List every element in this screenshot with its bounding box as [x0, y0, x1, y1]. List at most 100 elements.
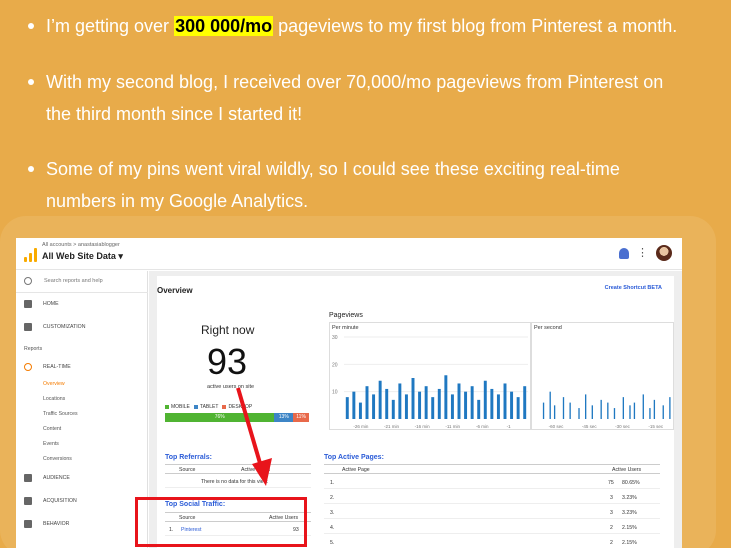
legend-tablet: TABLET	[193, 404, 218, 410]
per-second-chart: Per second -60 sec -45 sec -30 sec -15 sec	[531, 322, 674, 430]
chart-bar	[391, 399, 395, 419]
chart-bar	[629, 405, 631, 419]
chart-bar	[444, 375, 448, 419]
per-second-svg: -60 sec -45 sec -30 sec -15 sec	[542, 391, 671, 429]
notification-bell-icon[interactable]	[619, 247, 629, 259]
home-icon	[24, 300, 32, 308]
device-legend: MOBILE TABLET DESKTOP	[165, 404, 252, 410]
chart-bar	[542, 402, 545, 419]
chart-bar	[483, 380, 487, 419]
acquisition-icon	[24, 497, 32, 505]
chart-bar	[633, 402, 636, 419]
x-tick-label: -26 min	[353, 424, 369, 429]
property-selector[interactable]: All Web Site Data ▾	[42, 251, 123, 262]
chart-bar	[490, 388, 494, 419]
page-title: Overview	[157, 286, 193, 295]
bullet-text: I’m getting over	[46, 16, 175, 36]
chart-bar	[431, 397, 435, 419]
x-tick-label: -16 min	[415, 424, 431, 429]
chart-bar	[345, 397, 349, 419]
chart-bar	[418, 391, 422, 419]
device-split-segment: 13%	[274, 413, 294, 422]
sidebar-item-acquisition[interactable]: ACQUISITION	[16, 494, 148, 508]
more-options-icon[interactable]: ⋮	[637, 247, 648, 259]
reports-label: Reports	[24, 346, 43, 352]
sidebar-item-customization[interactable]: CUSTOMIZATION	[16, 320, 148, 334]
x-tick-label: -6 min	[476, 424, 489, 429]
x-tick-label: -11 min	[445, 424, 460, 429]
sidebar-item-audience[interactable]: AUDIENCE	[16, 471, 148, 485]
chart-bar	[516, 397, 520, 419]
column-header[interactable]: Active Users	[612, 467, 641, 473]
chart-bar	[600, 399, 602, 419]
chart-bar	[457, 383, 461, 419]
y-tick-label: 30	[332, 335, 338, 341]
chart-bar	[464, 391, 468, 419]
chart-bar	[352, 391, 356, 419]
pageviews-title: Pageviews	[329, 312, 363, 319]
column-header[interactable]: Active Users	[241, 467, 270, 473]
x-tick-label: -1	[507, 424, 511, 429]
analytics-screenshot: All accounts > anastasiablogger All Web …	[16, 238, 682, 548]
per-minute-chart: Per minute 30 20 10 -26 min -21 min -16 min -1…	[329, 322, 531, 430]
sidebar-sub-events[interactable]: Events	[43, 441, 59, 447]
sidebar-sub-content[interactable]: Content	[43, 426, 61, 432]
bullet-item: With my second blog, I received over 70,…	[28, 66, 706, 130]
table-row: 2. 3 3.23%	[324, 493, 660, 504]
table-row: 4. 2 2.15%	[324, 523, 660, 534]
chart-bar	[613, 408, 616, 419]
table-row: 1. 75 80.65%	[324, 478, 660, 489]
highlight-box	[135, 497, 307, 547]
bullet-dot	[28, 79, 34, 85]
chart-bar	[523, 386, 527, 419]
chart-bar	[584, 394, 587, 419]
chart-bar	[562, 397, 565, 419]
x-tick-label: -60 sec	[549, 424, 565, 429]
column-header: Active Page	[342, 467, 370, 473]
chart-bar	[385, 388, 389, 419]
legend-mobile: MOBILE	[165, 404, 190, 410]
bullet-dot	[28, 23, 34, 29]
bullet-text: the third month since I started it!	[46, 104, 303, 124]
chart-bar	[372, 394, 376, 419]
chart-bar	[662, 405, 664, 419]
bullet-dot	[28, 166, 34, 172]
sidebar-sub-overview[interactable]: Overview	[43, 381, 65, 387]
chart-bar	[398, 383, 402, 419]
chart-bar	[411, 378, 415, 419]
avatar[interactable]	[656, 245, 672, 261]
sidebar-item-home[interactable]: HOME	[16, 297, 148, 311]
table-row: 5. 2 2.15%	[324, 538, 660, 548]
legend-desktop: DESKTOP	[222, 404, 252, 410]
empty-message: There is no data for this view.	[201, 479, 269, 485]
column-header: Source	[179, 467, 196, 473]
chart-bar	[496, 394, 500, 419]
chart-bar	[649, 408, 651, 419]
sidebar-item-realtime[interactable]: REAL-TIME	[16, 360, 148, 374]
chart-bar	[378, 380, 382, 419]
search-bar[interactable]: Search reports and help	[16, 271, 148, 293]
x-tick-label: -45 sec	[582, 424, 598, 429]
active-users-count: 93	[207, 341, 248, 382]
per-minute-svg: 30 20 10 -26 min -21 min -16 min -11 min -6 min…	[332, 335, 528, 429]
chart-bar	[450, 394, 454, 419]
active-users-label: active users on site	[207, 384, 255, 390]
sidebar-sub-traffic-sources[interactable]: Traffic Sources	[43, 411, 78, 417]
chart-bar	[365, 386, 369, 419]
create-shortcut-link[interactable]: Create Shortcut BETA	[605, 285, 662, 291]
x-tick-label: -15 sec	[648, 424, 664, 429]
sidebar-sub-locations[interactable]: Locations	[43, 396, 65, 402]
sidebar-sub-conversions[interactable]: Conversions	[43, 456, 72, 462]
chart-bar	[569, 402, 571, 419]
search-icon	[24, 277, 32, 285]
sidebar-item-behavior[interactable]: BEHAVIOR	[16, 517, 148, 531]
right-now-title: Right now	[201, 323, 255, 337]
search-input[interactable]: Search reports and help	[44, 278, 103, 284]
top-referrals-table: Source Active Users There is no data for …	[165, 464, 311, 494]
bullet-text: Some of my pins went viral wildly, so I …	[46, 159, 620, 179]
top-pages-table: Active Page Active Users 1. 75 80.65% 2. 3 3.…	[324, 464, 660, 548]
chart-bar	[549, 391, 551, 419]
breadcrumb[interactable]: All accounts > anastasiablogger	[42, 242, 120, 248]
behavior-icon	[24, 520, 32, 528]
table-row: 3. 3 3.23%	[324, 508, 660, 519]
